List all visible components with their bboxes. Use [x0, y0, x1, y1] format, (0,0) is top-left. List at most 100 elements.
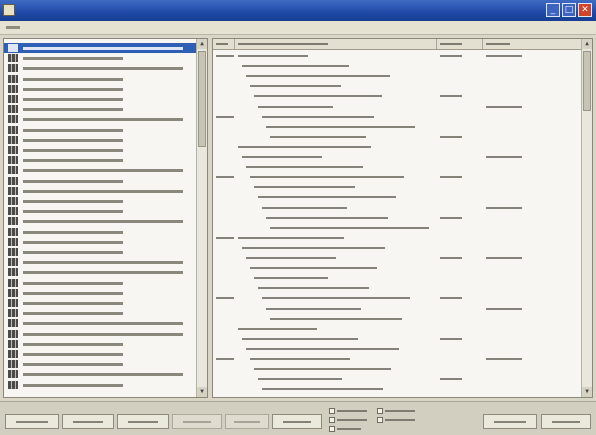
grid-row[interactable] [213, 192, 582, 202]
grid-row[interactable] [213, 283, 582, 293]
tree-item[interactable] [4, 298, 197, 308]
tree-item[interactable] [4, 135, 197, 145]
tree-item[interactable] [4, 216, 197, 226]
tree-item[interactable] [4, 155, 197, 165]
tree-item[interactable] [4, 318, 197, 328]
toolbar-button[interactable] [117, 414, 169, 429]
grid-row[interactable] [213, 162, 582, 172]
tree-item[interactable] [4, 43, 197, 53]
tree-item[interactable] [4, 339, 197, 349]
tree-item[interactable] [4, 359, 197, 369]
grid-row[interactable] [213, 61, 582, 71]
tree-item[interactable] [4, 257, 197, 267]
tree-item[interactable] [4, 288, 197, 298]
toolbar-button[interactable] [5, 414, 59, 429]
column-header-extra[interactable] [483, 39, 582, 49]
grid-row[interactable] [213, 102, 582, 112]
grid-row[interactable] [213, 132, 582, 142]
menu-item-file[interactable] [6, 22, 24, 32]
grid-row[interactable] [213, 172, 582, 182]
option-checkbox[interactable] [377, 416, 421, 424]
tree-scrollbar[interactable]: ▲ ▼ [196, 39, 207, 397]
tree-item[interactable] [4, 308, 197, 318]
grid-row[interactable] [213, 263, 582, 273]
grid-row[interactable] [213, 253, 582, 263]
tree-item[interactable] [4, 237, 197, 247]
tree-item[interactable] [4, 227, 197, 237]
grid-row[interactable] [213, 293, 582, 303]
option-checkbox[interactable] [329, 407, 373, 415]
tree-item[interactable] [4, 74, 197, 84]
tree-item[interactable] [4, 104, 197, 114]
option-checkbox[interactable] [377, 407, 421, 415]
tree-item[interactable] [4, 125, 197, 135]
toolbar-button[interactable] [272, 414, 322, 429]
grid-row[interactable] [213, 213, 582, 223]
grid-row[interactable] [213, 223, 582, 233]
grid-row[interactable] [213, 364, 582, 374]
grid-row[interactable] [213, 273, 582, 283]
grid-row[interactable] [213, 354, 582, 364]
tree-item[interactable] [4, 186, 197, 196]
grid-row[interactable] [213, 112, 582, 122]
grid-row[interactable] [213, 384, 582, 394]
scroll-down-icon[interactable]: ▼ [582, 387, 592, 397]
minimize-button[interactable]: _ [546, 3, 560, 17]
scroll-thumb[interactable] [583, 51, 591, 111]
tree-item-label [23, 261, 183, 265]
grid-row[interactable] [213, 71, 582, 81]
tree-item[interactable] [4, 380, 197, 390]
scroll-thumb[interactable] [198, 51, 206, 147]
grid-row[interactable] [213, 324, 582, 334]
grid-row[interactable] [213, 122, 582, 132]
toolbar-button[interactable] [172, 414, 222, 429]
toolbar-button[interactable] [483, 414, 537, 429]
tree-item[interactable] [4, 369, 197, 379]
tree-item[interactable] [4, 206, 197, 216]
tree-item[interactable] [4, 145, 197, 155]
record-icon [8, 166, 18, 175]
grid-scrollbar[interactable]: ▲ ▼ [581, 39, 592, 397]
toolbar-button[interactable] [541, 414, 591, 429]
column-header-name[interactable] [235, 39, 437, 49]
grid-row[interactable] [213, 142, 582, 152]
grid-row[interactable] [213, 91, 582, 101]
grid-row[interactable] [213, 344, 582, 354]
tree-item[interactable] [4, 165, 197, 175]
grid-row[interactable] [213, 152, 582, 162]
tree-item[interactable] [4, 94, 197, 104]
grid-row[interactable] [213, 81, 582, 91]
option-checkbox[interactable] [329, 416, 373, 424]
toolbar-button[interactable] [225, 414, 269, 429]
scroll-up-icon[interactable]: ▲ [582, 39, 592, 49]
grid-row[interactable] [213, 374, 582, 384]
grid-row[interactable] [213, 243, 582, 253]
tree-item[interactable] [4, 278, 197, 288]
option-checkbox[interactable] [329, 425, 373, 433]
scroll-down-icon[interactable]: ▼ [197, 387, 207, 397]
grid-row[interactable] [213, 51, 582, 61]
grid-row[interactable] [213, 203, 582, 213]
grid-row[interactable] [213, 304, 582, 314]
grid-row[interactable] [213, 334, 582, 344]
tree-item[interactable] [4, 114, 197, 124]
grid-row[interactable] [213, 182, 582, 192]
toolbar-button[interactable] [62, 414, 114, 429]
grid-row[interactable] [213, 314, 582, 324]
scroll-up-icon[interactable]: ▲ [197, 39, 207, 49]
tree-item-label [23, 312, 123, 316]
grid-row[interactable] [213, 233, 582, 243]
tree-item[interactable] [4, 247, 197, 257]
tree-item[interactable] [4, 329, 197, 339]
tree-item[interactable] [4, 176, 197, 186]
tree-item[interactable] [4, 63, 197, 73]
close-button[interactable]: ✕ [578, 3, 592, 17]
tree-item[interactable] [4, 196, 197, 206]
tree-item[interactable] [4, 84, 197, 94]
maximize-button[interactable]: □ [562, 3, 576, 17]
tree-item[interactable] [4, 53, 197, 63]
tree-item[interactable] [4, 349, 197, 359]
tree-item[interactable] [4, 267, 197, 277]
column-header-id[interactable] [213, 39, 235, 49]
column-header-value[interactable] [437, 39, 483, 49]
